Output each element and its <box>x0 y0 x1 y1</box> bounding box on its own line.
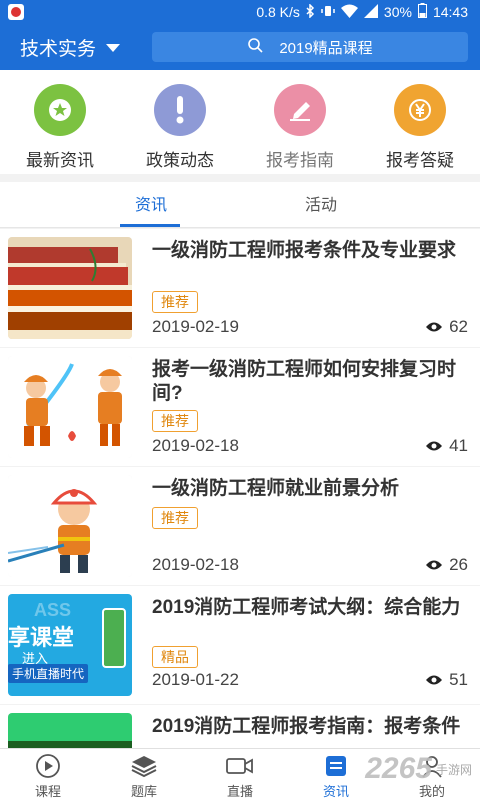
signal-icon <box>363 3 378 21</box>
list-item[interactable]: 一级消防工程师报考条件及专业要求 推荐 2019-02-19 62 <box>0 229 480 347</box>
banner-text-live: 手机直播时代 <box>8 664 89 683</box>
quick-nav-latest-news[interactable]: 最新资讯 <box>0 70 120 174</box>
quick-nav: 最新资讯 政策动态 报考指南 报考答疑 <box>0 70 480 174</box>
category-selector[interactable]: 技术实务 <box>20 34 121 61</box>
bottom-nav-live[interactable]: 直播 <box>192 749 288 800</box>
view-count: 62 <box>425 317 468 337</box>
quick-nav-label: 报考答疑 <box>386 151 454 170</box>
news-icon <box>326 756 346 776</box>
view-count-value: 26 <box>449 555 468 574</box>
bottom-nav-label: 题库 <box>130 784 157 799</box>
video-camera-icon <box>226 758 253 774</box>
bottom-nav-label: 课程 <box>34 784 61 799</box>
bottom-nav-label: 直播 <box>226 784 253 799</box>
eye-icon <box>426 322 443 332</box>
clock: 14:43 <box>432 4 468 20</box>
list-item[interactable]: ASS 享课堂 进入 手机直播时代 2019消防工程师考试大纲：综合能力 精品 … <box>0 586 480 704</box>
search-box[interactable]: 2019精品课程 <box>152 32 468 62</box>
watermark-logo: 2265 手游网 <box>365 752 472 786</box>
content-tabs: 资讯 活动 <box>0 182 480 228</box>
article-list: 一级消防工程师报考条件及专业要求 推荐 2019-02-19 62 报考一级消防… <box>0 229 480 748</box>
bluetooth-icon <box>306 2 315 21</box>
bottom-nav-label: 资讯 <box>322 784 349 799</box>
watermark-brand: 2265 <box>365 752 432 785</box>
eye-icon <box>426 675 443 685</box>
view-count-value: 51 <box>449 670 468 689</box>
premium-badge: 精品 <box>152 646 198 668</box>
play-circle-icon <box>36 754 60 778</box>
phone-graphic <box>102 608 126 668</box>
view-count: 41 <box>425 436 468 456</box>
article-date: 2019-02-19 <box>152 317 239 336</box>
dropdown-caret-icon <box>106 43 121 52</box>
yen-icon <box>394 84 446 136</box>
eye-icon <box>426 441 443 451</box>
quick-nav-label: 政策动态 <box>146 151 214 170</box>
banner-stripe <box>8 741 132 748</box>
article-title: 一级消防工程师就业前景分析 <box>152 478 400 499</box>
notification-app-icon <box>8 4 24 20</box>
watermark-sub: 手游网 <box>435 762 472 777</box>
list-item[interactable]: 一级消防工程师就业前景分析 推荐 2019-02-18 26 <box>0 467 480 585</box>
list-item[interactable]: 报考一级消防工程师如何安排复习时间? 推荐 2019-02-18 41 <box>0 348 480 466</box>
view-count-value: 62 <box>449 317 468 336</box>
bottom-nav-question-bank[interactable]: 题库 <box>96 749 192 800</box>
battery-icon <box>417 3 427 21</box>
tab-news[interactable]: 资讯 <box>135 191 167 215</box>
recommend-badge: 推荐 <box>152 507 198 529</box>
article-title: 2019消防工程师考试大纲：综合能力 <box>152 597 461 618</box>
article-date: 2019-02-18 <box>152 436 239 455</box>
books-image <box>8 237 132 339</box>
search-icon <box>247 37 263 57</box>
tab-activities[interactable]: 活动 <box>305 191 337 215</box>
star-icon <box>34 84 86 136</box>
article-title: 报考一级消防工程师如何安排复习时间? <box>152 359 457 404</box>
view-count: 26 <box>425 555 468 575</box>
top-header: 技术实务 2019精品课程 <box>0 24 480 70</box>
article-date: 2019-01-22 <box>152 670 239 689</box>
recommend-badge: 推荐 <box>152 291 198 313</box>
view-count-value: 41 <box>449 436 468 455</box>
banner-text-ass: ASS <box>34 600 72 620</box>
firefighters-cartoon-image <box>8 356 132 458</box>
active-tab-indicator <box>120 224 180 227</box>
eye-icon <box>426 560 443 570</box>
status-bar: 0.8 K/s 30% 14:43 <box>0 0 480 24</box>
exclamation-icon <box>154 84 206 136</box>
classroom-banner-image: ASS 享课堂 进入 手机直播时代 <box>8 594 132 696</box>
article-title: 2019消防工程师报考指南：报考条件 <box>152 716 461 737</box>
search-text: 2019精品课程 <box>279 39 373 57</box>
network-speed: 0.8 K/s <box>256 4 300 20</box>
pencil-icon <box>274 84 326 136</box>
article-date: 2019-02-18 <box>152 555 239 574</box>
list-item[interactable]: 2019消防工程师报考指南：报考条件 <box>0 705 480 748</box>
quick-nav-label: 最新资讯 <box>26 151 94 170</box>
wifi-icon <box>340 4 358 21</box>
quick-nav-label: 报考指南 <box>266 151 334 170</box>
article-title: 一级消防工程师报考条件及专业要求 <box>152 240 457 261</box>
recommend-badge: 推荐 <box>152 410 198 432</box>
quick-nav-faq[interactable]: 报考答疑 <box>360 70 480 174</box>
firefighter-hose-cartoon-image <box>8 475 132 577</box>
quick-nav-apply-guide[interactable]: 报考指南 <box>240 70 360 174</box>
battery-percent: 30% <box>383 4 412 20</box>
layers-icon <box>131 756 157 778</box>
bottom-nav-courses[interactable]: 课程 <box>0 749 96 800</box>
category-label: 技术实务 <box>20 39 97 60</box>
vibrate-icon <box>321 4 335 21</box>
green-banner-image <box>8 713 132 748</box>
status-right: 0.8 K/s 30% 14:43 <box>256 2 468 21</box>
quick-nav-policy[interactable]: 政策动态 <box>120 70 240 174</box>
view-count: 51 <box>425 670 468 690</box>
